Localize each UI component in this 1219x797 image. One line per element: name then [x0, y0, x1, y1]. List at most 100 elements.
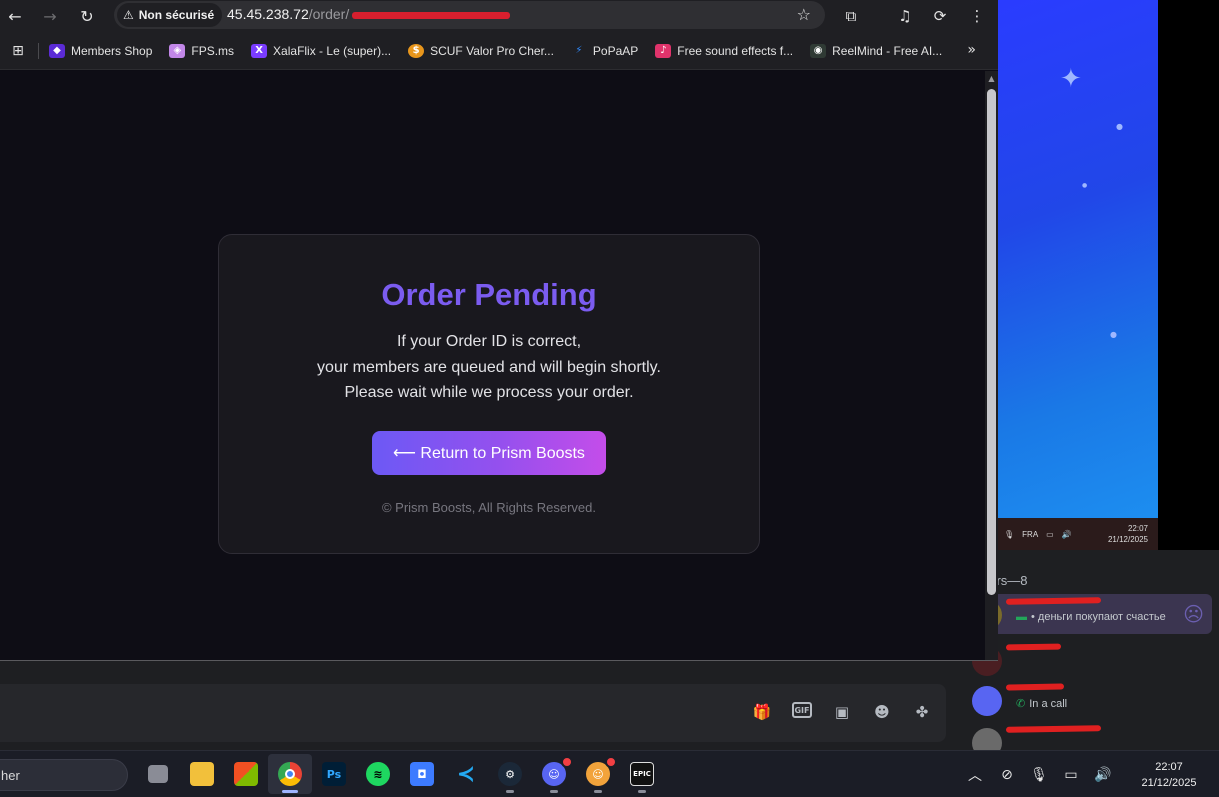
file-explorer-button[interactable] — [180, 754, 224, 794]
bookmark-item[interactable]: ♪ Free sound effects f... — [655, 43, 793, 58]
profile-sync-icon[interactable]: ⟳ — [928, 4, 952, 28]
bookmark-star-icon[interactable]: ☆ — [797, 5, 811, 24]
wifi-off-icon[interactable]: ⊘ — [991, 767, 1023, 783]
fps-cube-favicon: ◈ — [169, 43, 186, 58]
bookmarks-separator — [38, 42, 39, 59]
discord-ptb-icon: ☺ — [586, 756, 617, 786]
bookmark-item[interactable]: $ SCUF Valor Pro Cher... — [408, 43, 554, 58]
bookmark-item[interactable]: X XalaFlix - Le (super)... — [251, 43, 391, 58]
discord-message-input[interactable]: 🎁 GIF ▣ ☻ ✤ — [0, 684, 946, 742]
discord-ptb-button[interactable]: ☺ — [576, 754, 620, 794]
system-tray: ︿ ⊘ 🎙 ▭ 🔊 22:07 21/12/2025 — [959, 751, 1219, 797]
background-clock: 22:07 21/12/2025 — [1107, 524, 1148, 544]
bookmark-item[interactable]: ◈ FPS.ms — [169, 43, 234, 58]
running-indicator — [550, 790, 558, 793]
address-bar[interactable]: ⚠ Non sécurisé 45.45.238.72/order/ ☆ — [114, 1, 825, 29]
sparkle-icon: ● — [1110, 330, 1117, 339]
store-button[interactable] — [224, 754, 268, 794]
running-indicator — [506, 790, 514, 793]
running-indicator — [594, 790, 602, 793]
profile-effect-icon: ☹ — [1183, 602, 1204, 626]
apps-icon[interactable]: ✤ — [912, 702, 932, 722]
store-icon — [234, 762, 258, 786]
spotify-icon: ≋ — [366, 762, 390, 786]
windows-taskbar: her Ps ≋ ◘ ≺ ⚙ ☺ ☺ EPIC ︿ ⊘ 🎙 ▭ 🔊 22:07 … — [0, 750, 1219, 797]
member-item[interactable]: ✆ In a call — [960, 680, 1212, 720]
volume-icon: 🔊 — [1061, 529, 1072, 539]
page-scrollbar[interactable]: ▲ — [985, 71, 998, 661]
popaap-favicon: ⚡ — [575, 45, 583, 56]
copyright-text: © Prism Boosts, All Rights Reserved. — [381, 500, 597, 515]
sticker-icon[interactable]: ▣ — [832, 702, 852, 722]
url-text: 45.45.238.72/order/ — [227, 6, 350, 22]
bookmarks-bar: ⊞ ◆ Members Shop ◈ FPS.ms X XalaFlix - Le (… — [0, 32, 998, 70]
spotify-button[interactable]: ≋ — [356, 754, 400, 794]
reload-button[interactable]: ↻ — [75, 4, 99, 28]
bookmark-item[interactable]: ◉ ReelMind - Free AI... — [810, 43, 942, 58]
discord-button[interactable]: ☺ — [532, 754, 576, 794]
member-status: ✆ In a call — [1016, 698, 1068, 710]
discord-icon: ☺ — [542, 756, 573, 786]
members-shop-favicon: ◆ — [49, 43, 65, 58]
volume-icon[interactable]: 🔊 — [1087, 767, 1119, 783]
chrome-button[interactable] — [268, 754, 312, 794]
bookmark-item[interactable]: ⚡ PoPaAP — [571, 44, 638, 58]
bookmark-item[interactable]: ◆ Members Shop — [49, 43, 152, 58]
language-indicator: FRA — [1022, 529, 1039, 539]
notification-badge — [605, 756, 617, 768]
chevron-up-icon[interactable]: ︿ — [959, 765, 991, 785]
extensions-icon[interactable]: ⧉ — [839, 4, 863, 28]
media-controls-icon[interactable]: ♫ — [893, 4, 917, 28]
redacted-name — [1005, 643, 1062, 651]
scroll-up-icon[interactable]: ▲ — [987, 74, 996, 84]
sparkle-icon: ✦ — [1060, 64, 1082, 94]
redacted-name — [1005, 725, 1102, 733]
redacted-name — [1005, 597, 1102, 605]
member-status: ▬ • деньги покупают счастье — [1016, 611, 1166, 623]
network-icon[interactable]: ▭ — [1055, 767, 1087, 783]
redacted-order-id — [352, 12, 510, 19]
scrollbar-thumb[interactable] — [987, 89, 996, 595]
reelmind-favicon: ◉ — [810, 43, 827, 58]
avatar — [972, 686, 1002, 716]
security-indicator[interactable]: ⚠ Non sécurisé — [117, 3, 223, 27]
folder-icon — [190, 762, 214, 786]
emoji-icon[interactable]: ☻ — [872, 702, 892, 722]
discord-member-list: bers—8 ▬ • деньги покупают счастье ☹ ✆ In … — [960, 560, 1219, 758]
microphone-icon[interactable]: 🎙 — [1023, 767, 1055, 783]
gift-icon[interactable]: 🎁 — [752, 702, 772, 722]
activity-icon: ▬ — [1016, 611, 1027, 623]
background-taskbar: 🎙 FRA ▭ 🔊 22:07 21/12/2025 — [998, 518, 1158, 550]
epic-games-button[interactable]: EPIC — [620, 754, 664, 794]
gif-icon[interactable]: GIF — [792, 702, 812, 718]
return-to-prism-boosts-button[interactable]: ⟵ Return to Prism Boosts — [372, 431, 606, 475]
scuf-favicon: $ — [408, 43, 425, 58]
running-indicator — [638, 790, 646, 793]
notification-badge — [561, 756, 573, 768]
redacted-name — [1005, 683, 1065, 691]
vscode-icon: ≺ — [456, 761, 476, 787]
menu-icon[interactable]: ⋮ — [965, 4, 989, 28]
apps-grid-icon[interactable]: ⊞ — [4, 43, 32, 59]
sparkle-icon: ● — [1082, 182, 1088, 189]
vscode-button[interactable]: ≺ — [444, 754, 488, 794]
order-status-card: Order Pending If your Order ID is correc… — [218, 234, 760, 554]
taskbar-clock[interactable]: 22:07 21/12/2025 — [1119, 759, 1219, 791]
phone-icon: ✆ — [1016, 698, 1026, 710]
roblox-button[interactable]: ◘ — [400, 754, 444, 794]
steam-button[interactable]: ⚙ — [488, 754, 532, 794]
photoshop-icon: Ps — [322, 762, 346, 786]
sparkle-icon: ● — [1116, 122, 1123, 131]
microphone-icon: 🎙 — [1004, 529, 1015, 539]
xalaflix-favicon: X — [251, 43, 268, 58]
back-button[interactable]: ← — [3, 4, 27, 28]
photoshop-button[interactable]: Ps — [312, 754, 356, 794]
warning-icon: ⚠ — [123, 8, 134, 22]
forward-button[interactable]: → — [38, 4, 62, 28]
desktop-black-strip — [1158, 0, 1219, 550]
task-view-button[interactable] — [136, 754, 180, 794]
more-bookmarks-icon[interactable]: » — [967, 42, 976, 58]
chrome-center-icon — [285, 769, 295, 779]
browser-toolbar: ← → ↻ ⚠ Non sécurisé 45.45.238.72/order/… — [0, 0, 998, 32]
taskbar-search[interactable]: her — [0, 759, 128, 791]
